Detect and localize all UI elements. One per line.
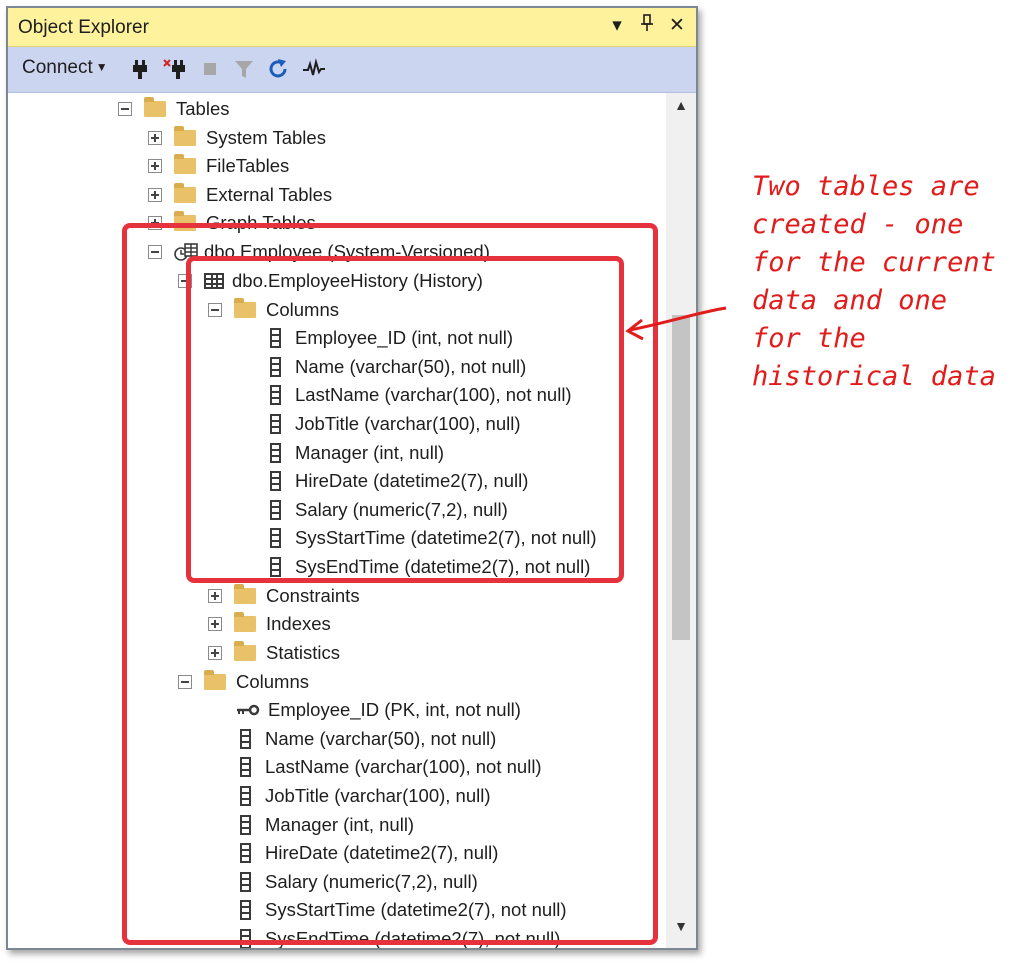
filter-icon[interactable] <box>232 57 256 81</box>
scroll-down-icon[interactable]: ▼ <box>666 918 696 944</box>
folder-icon <box>144 97 166 117</box>
annotation-text: Two tables are created - one for the cur… <box>752 168 1012 396</box>
folder-icon <box>174 154 196 174</box>
connect-button[interactable]: Connect ▼ <box>22 57 108 79</box>
refresh-icon[interactable] <box>266 57 290 81</box>
expand-icon[interactable] <box>148 188 162 202</box>
folder-icon <box>174 183 196 203</box>
window-title: Object Explorer <box>18 17 149 38</box>
expand-icon[interactable] <box>148 131 162 145</box>
title-bar: Object Explorer ▾ ✕ <box>8 8 696 47</box>
scroll-up-icon[interactable]: ▲ <box>666 97 696 123</box>
node-label: External Tables <box>206 184 333 205</box>
tree-node-tables[interactable]: Tables <box>118 95 229 123</box>
vertical-scrollbar[interactable]: ▲ ▼ <box>666 93 696 948</box>
node-label: FileTables <box>206 155 290 176</box>
folder-icon <box>174 126 196 146</box>
tree-node-system-tables[interactable]: System Tables <box>148 124 326 152</box>
annotation-line: created - one <box>752 209 964 240</box>
annotation-line: data and one <box>752 285 948 316</box>
activity-monitor-icon[interactable] <box>302 57 326 81</box>
annotation-line: Two tables are <box>752 171 980 202</box>
dropdown-arrow-icon[interactable]: ▾ <box>608 14 626 38</box>
history-table-highlight-box <box>186 256 624 583</box>
expand-icon[interactable] <box>148 159 162 173</box>
annotation-line: historical data <box>752 361 996 392</box>
toolbar: Connect ▼ <box>8 47 696 93</box>
node-label: Tables <box>176 98 230 119</box>
tree-node-filetables[interactable]: FileTables <box>148 152 289 180</box>
collapse-icon[interactable] <box>118 102 132 116</box>
stop-icon[interactable] <box>198 57 222 81</box>
annotation-line: for the <box>752 323 866 354</box>
title-controls: ▾ ✕ <box>608 14 686 38</box>
pin-icon[interactable] <box>638 14 656 38</box>
node-label: System Tables <box>206 127 326 148</box>
chevron-down-icon: ▼ <box>95 60 108 74</box>
annotation-arrow <box>625 306 727 341</box>
connect-plug-icon[interactable] <box>128 57 152 81</box>
annotation-line: for the current <box>752 247 996 278</box>
connect-label: Connect <box>22 57 93 78</box>
tree-node-external-tables[interactable]: External Tables <box>148 181 332 209</box>
close-icon[interactable]: ✕ <box>668 14 686 38</box>
disconnect-icon[interactable] <box>162 57 186 81</box>
scroll-thumb[interactable] <box>672 315 690 640</box>
